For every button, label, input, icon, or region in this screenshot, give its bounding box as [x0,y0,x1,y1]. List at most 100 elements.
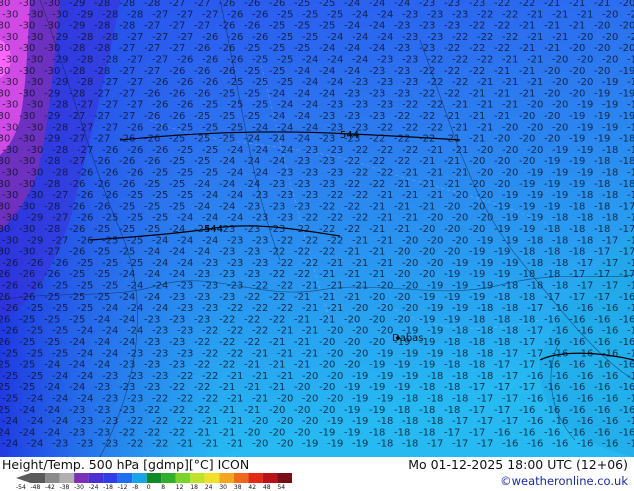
isotherm-label: -22 [277,281,293,292]
credit-link[interactable]: ©weatheronline.co.uk [500,474,628,488]
isotherm-label: -22 [352,168,368,179]
isotherm-label: -25 [52,303,68,314]
isotherm-label: -24 [327,77,343,88]
isotherm-label: -28 [44,179,60,190]
isotherm-label: -26 [127,168,143,179]
isotherm-label: -22 [444,88,460,99]
isotherm-label: -24 [177,258,193,269]
isotherm-label: -28 [94,0,110,9]
isotherm-label: -23 [169,292,185,303]
isotherm-label: -23 [419,43,435,54]
isotherm-label: -22 [344,156,360,167]
isotherm-label: -19 [519,179,535,190]
isotherm-label: -18 [544,269,560,280]
isotherm-label: -22 [369,156,385,167]
isotherm-label: -24 [69,382,85,393]
isotherm-label: -20 [469,201,485,212]
isotherm-label: -19 [527,190,543,201]
isotherm-label: -27 [77,122,93,133]
isotherm-label: -18 [494,292,510,303]
isotherm-label: -24 [244,156,260,167]
isotherm-label: -21 [502,100,518,111]
isotherm-label: -22 [252,281,268,292]
isotherm-label: -19 [377,394,393,405]
isotherm-label: -24 [344,66,360,77]
isotherm-label: -21 [244,382,260,393]
isotherm-label: -17 [602,258,618,269]
isotherm-label: -16 [602,394,618,405]
isotherm-label: -20 [352,326,368,337]
isotherm-label: -16 [602,371,618,382]
isotherm-label: -20 [394,269,410,280]
isotherm-label: -21 [544,21,560,32]
isotherm-label: -21 [527,32,543,43]
isotherm-label: -20 [427,235,443,246]
isotherm-label: -25 [319,21,335,32]
isotherm-label: -22 [327,213,343,224]
isotherm-label: -24 [369,0,385,9]
isotherm-label: -16 [602,348,618,359]
isotherm-label: -26 [27,281,43,292]
isotherm-label: -19 [494,201,510,212]
isotherm-label: -16 [627,281,634,292]
isotherm-label: -19 [402,371,418,382]
isotherm-label: -20 [602,9,618,20]
scale-swatch [219,473,234,483]
isotherm-label: -23 [394,66,410,77]
isotherm-label: -19 [469,247,485,258]
isotherm-label: -20 [577,55,593,66]
isotherm-label: -21 [327,281,343,292]
isotherm-label: -17 [502,371,518,382]
isotherm-label: -28 [52,168,68,179]
isotherm-label: -25 [102,258,118,269]
isotherm-label: -21 [302,348,318,359]
isotherm-label: -25 [77,281,93,292]
isotherm-label: -23 [352,77,368,88]
isotherm-label: -24 [44,405,60,416]
isotherm-label: -19 [502,258,518,269]
isotherm-label: -16 [619,292,634,303]
isotherm-label: -17 [452,439,468,450]
isotherm-label: -22 [244,314,260,325]
isotherm-label: -19 [502,235,518,246]
isotherm-label: -16 [544,405,560,416]
isotherm-label: -24 [227,168,243,179]
isotherm-label: -25 [294,43,310,54]
isotherm-label: -22 [152,416,168,427]
isotherm-label: -27 [52,190,68,201]
isotherm-label: -20 [294,427,310,438]
isotherm-label: -20 [444,247,460,258]
isotherm-label: -23 [427,9,443,20]
isotherm-label: -23 [202,281,218,292]
isotherm-label: -17 [594,269,610,280]
isotherm-label: -22 [352,213,368,224]
isotherm-label: -25 [102,213,118,224]
isotherm-label: -20 [544,111,560,122]
isotherm-label: -17 [469,405,485,416]
isotherm-label: -21 [569,21,585,32]
isotherm-label: -21 [552,9,568,20]
isotherm-label: -18 [519,247,535,258]
isotherm-label: -20 [327,371,343,382]
isotherm-label: -18 [444,360,460,371]
isotherm-label: -25 [152,213,168,224]
isotherm-label: -25 [219,134,235,145]
isotherm-label: -20 [494,179,510,190]
isotherm-label: -17 [469,382,485,393]
isotherm-label: -20 [294,405,310,416]
isotherm-label: -21 [402,190,418,201]
isotherm-label: -20 [477,190,493,201]
isotherm-label: -21 [352,258,368,269]
isotherm-label: -24 [202,190,218,201]
isotherm-label: -27 [94,134,110,145]
isotherm-label: -25 [69,314,85,325]
isotherm-label: -22 [177,371,193,382]
isotherm-label: -26 [0,314,10,325]
isotherm-label: -25 [169,134,185,145]
isotherm-label: -16 [527,371,543,382]
isotherm-label: -21 [219,427,235,438]
isotherm-label: -26 [227,55,243,66]
isotherm-label: -26 [269,0,285,9]
isotherm-label: -22 [494,43,510,54]
isotherm-label: -22 [302,213,318,224]
